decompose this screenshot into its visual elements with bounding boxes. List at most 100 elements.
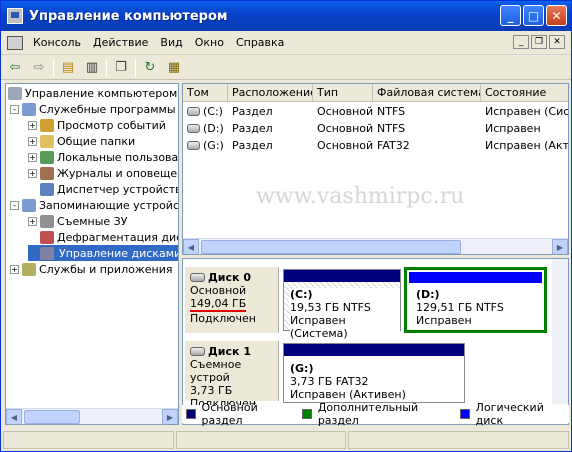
properties-icon[interactable]: ❐ xyxy=(111,58,131,78)
tree-item[interactable]: + Журналы и оповещен xyxy=(28,165,178,181)
partition-d[interactable]: (D:) 129,51 ГБ NTFS Исправен xyxy=(404,267,547,333)
scroll-left-button[interactable]: ◀ xyxy=(6,409,22,424)
tree-item[interactable]: Управление дисками xyxy=(28,245,178,261)
computer-management-icon[interactable] xyxy=(7,8,23,24)
menu-view[interactable]: Вид xyxy=(154,36,188,49)
collapse-icon[interactable]: - xyxy=(10,200,19,210)
col-type[interactable]: Тип xyxy=(313,84,373,102)
disk-0-info[interactable]: Диск 0 Основной 149,04 ГБ Подключен xyxy=(185,267,279,333)
tree-item-label: Съемные ЗУ xyxy=(57,214,128,228)
maximize-button[interactable]: □ xyxy=(523,5,544,26)
col-volume[interactable]: Том xyxy=(183,84,228,102)
tree-item[interactable]: + Просмотр событий xyxy=(28,117,166,133)
expand-icon[interactable]: + xyxy=(28,152,37,162)
legend: Основной раздел Дополнительный раздел Ло… xyxy=(182,401,569,427)
tree-item[interactable]: - Запоминающие устройст xyxy=(10,197,178,213)
up-folder-icon[interactable]: ▤ xyxy=(58,58,78,78)
tree-item[interactable]: + Общие папки xyxy=(28,133,135,149)
menu-action[interactable]: Действие xyxy=(87,36,154,49)
export-icon[interactable]: ▦ xyxy=(164,58,184,78)
col-status[interactable]: Состояние xyxy=(481,84,568,102)
tree-node-icon xyxy=(22,198,36,212)
volume-row[interactable]: (C:) Раздел Основной NTFS Исправен (Систе xyxy=(183,103,568,120)
col-location[interactable]: Расположение xyxy=(228,84,313,102)
tree-item[interactable]: + Локальные пользова xyxy=(28,149,178,165)
menu-help[interactable]: Справка xyxy=(230,36,290,49)
disk-icon xyxy=(190,273,205,282)
scroll-right-button[interactable]: ▶ xyxy=(162,409,178,424)
collapse-icon[interactable]: - xyxy=(10,104,19,114)
disk-graphical-view[interactable]: Диск 0 Основной 149,04 ГБ Подключен (C:)… xyxy=(182,258,569,425)
forward-arrow-icon[interactable]: ⇨ xyxy=(29,58,49,78)
console-icon[interactable] xyxy=(7,35,23,50)
tree-root[interactable]: Управление компьютером (л xyxy=(8,85,179,101)
disk-1-info[interactable]: Диск 1 Съемное устрой 3,73 ГБ Подключен xyxy=(185,341,279,410)
partition-c[interactable]: (C:) 19,53 ГБ NTFS Исправен (Система) xyxy=(283,269,401,340)
graph-vertical-scrollbar[interactable] xyxy=(552,259,568,404)
tree-item-label: Общие папки xyxy=(57,134,136,148)
tree-item[interactable]: Дефрагментация дис xyxy=(28,229,178,245)
partition-d-state: Исправен xyxy=(416,314,472,327)
partition-g-label: (G:) xyxy=(290,362,314,375)
volume-cell: Раздел xyxy=(232,139,273,152)
close-button[interactable]: ✕ xyxy=(546,5,567,26)
volume-row[interactable]: (D:) Раздел Основной NTFS Исправен xyxy=(183,120,568,137)
tree-item[interactable]: + Службы и приложения xyxy=(10,261,172,277)
volume-icon xyxy=(187,107,200,116)
legend-extended-label: Дополнительный раздел xyxy=(317,401,419,427)
scroll-thumb[interactable] xyxy=(201,240,461,254)
status-bar xyxy=(1,429,571,451)
partition-c-state: Исправен (Система) xyxy=(290,314,348,340)
volume-cell: Основной xyxy=(317,139,373,152)
tree-node-icon xyxy=(40,214,54,228)
partition-d-size: 129,51 ГБ NTFS xyxy=(416,301,504,314)
menu-console[interactable]: Консоль xyxy=(27,36,87,49)
volume-cell: Исправен (Актив xyxy=(485,139,569,152)
tree-horizontal-scrollbar[interactable]: ◀ ▶ xyxy=(6,408,178,424)
menu-window[interactable]: Окно xyxy=(189,36,230,49)
disk-1-size: 3,73 ГБ xyxy=(190,384,233,397)
expand-icon[interactable]: + xyxy=(28,136,37,146)
tree-item[interactable]: + Съемные ЗУ xyxy=(28,213,127,229)
scroll-left-button[interactable]: ◀ xyxy=(183,239,199,254)
expand-icon[interactable]: + xyxy=(28,216,37,226)
status-pane-1 xyxy=(3,431,175,449)
list-horizontal-scrollbar[interactable]: ◀ ▶ xyxy=(183,238,568,254)
expand-icon[interactable]: + xyxy=(28,120,37,130)
back-arrow-icon[interactable]: ⇦ xyxy=(5,58,25,78)
mdi-close-button[interactable]: ✕ xyxy=(549,35,565,49)
mdi-restore-button[interactable]: ❐ xyxy=(531,35,547,49)
volume-cell: Основной xyxy=(317,105,373,118)
legend-primary-label: Основной раздел xyxy=(201,401,258,427)
partition-g[interactable]: (G:) 3,73 ГБ FAT32 Исправен (Активен) xyxy=(283,343,465,403)
window-title: Управление компьютером xyxy=(29,8,228,24)
tree-root-label: Управление компьютером (л xyxy=(25,86,179,100)
tree-item[interactable]: - Служебные программы xyxy=(10,101,176,117)
tree-item[interactable]: Диспетчер устройств xyxy=(28,181,178,197)
toolbar: ⇦ ⇨ ▤ ▥ ❐ ↻ ▦ xyxy=(1,56,571,80)
mdi-minimize-button[interactable]: _ xyxy=(513,35,529,49)
volume-cell: Исправен xyxy=(485,122,541,135)
app-window: Управление компьютером _ □ ✕ Консоль Дей… xyxy=(0,0,572,452)
volume-row[interactable]: (G:) Раздел Основной FAT32 Исправен (Актив xyxy=(183,137,569,154)
col-filesystem[interactable]: Файловая система xyxy=(373,84,481,102)
partition-d-bar xyxy=(409,272,542,283)
disk-1-name: Диск 1 xyxy=(208,345,251,358)
status-pane-3 xyxy=(347,431,569,449)
expand-icon[interactable]: + xyxy=(10,264,19,274)
partition-g-size: 3,73 ГБ FAT32 xyxy=(290,375,369,388)
refresh-icon[interactable]: ↻ xyxy=(140,58,160,78)
volume-cell: Раздел xyxy=(232,122,273,135)
title-bar[interactable]: Управление компьютером _ □ ✕ xyxy=(1,1,571,31)
tree-node-icon xyxy=(40,134,54,148)
console-tree[interactable]: Управление компьютером (л - Служебные про… xyxy=(5,83,179,425)
show-tree-icon[interactable]: ▥ xyxy=(82,58,102,78)
minimize-button[interactable]: _ xyxy=(500,5,521,26)
partition-g-state: Исправен (Активен) xyxy=(290,388,406,401)
tree-item-label: Локальные пользова xyxy=(57,150,179,164)
volume-list[interactable]: Том Расположение Тип Файловая система Со… xyxy=(182,83,569,255)
volume-cell: (D:) xyxy=(203,122,224,135)
expand-icon[interactable]: + xyxy=(28,168,37,178)
scroll-right-button[interactable]: ▶ xyxy=(552,239,568,254)
scroll-thumb[interactable] xyxy=(24,410,80,424)
